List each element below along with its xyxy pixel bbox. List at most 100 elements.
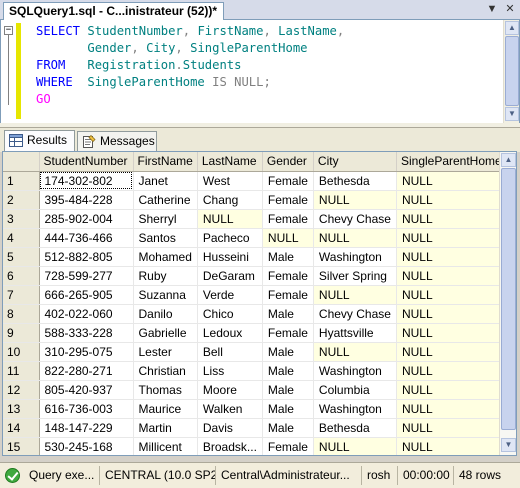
table-cell[interactable]: Ledoux xyxy=(197,323,263,343)
code-line[interactable]: SELECT StudentNumber, FirstName, LastNam… xyxy=(36,23,344,40)
table-cell[interactable]: NULL xyxy=(313,437,397,455)
row-number[interactable]: 6 xyxy=(3,266,40,286)
editor-vertical-scrollbar[interactable]: ▲ ▼ xyxy=(503,20,519,123)
table-cell[interactable]: 822-280-271 xyxy=(39,361,134,381)
table-cell[interactable]: NULL xyxy=(396,342,507,362)
scroll-up-icon[interactable]: ▲ xyxy=(505,21,519,35)
table-cell[interactable]: Male xyxy=(262,247,314,267)
table-row[interactable]: 14 148-147-229 Martin Davis Male Bethesda NULL xyxy=(3,418,507,438)
row-number[interactable]: 2 xyxy=(3,190,40,210)
tab-list-dropdown-icon[interactable]: ▼ xyxy=(485,3,499,17)
table-cell[interactable]: Santos xyxy=(133,228,198,248)
table-row[interactable]: 8 402-022-060 Danilo Chico Male Chevy Chase NU… xyxy=(3,304,507,324)
grid-scroll-thumb[interactable] xyxy=(501,168,516,430)
results-grid[interactable]: StudentNumber FirstName LastName Gender City… xyxy=(2,151,517,456)
table-cell[interactable]: Female xyxy=(262,323,314,343)
row-number[interactable]: 4 xyxy=(3,228,40,248)
table-cell[interactable]: NULL xyxy=(396,266,507,286)
table-cell[interactable]: Washington xyxy=(313,361,397,381)
row-number[interactable]: 13 xyxy=(3,399,40,419)
table-row[interactable]: 15 530-245-168 Millicent Broadsk... Female NU… xyxy=(3,437,507,455)
table-cell[interactable]: Bethesda xyxy=(313,418,397,438)
row-number[interactable]: 3 xyxy=(3,209,40,229)
row-number[interactable]: 11 xyxy=(3,361,40,381)
code-line[interactable]: Gender, City, SingleParentHome xyxy=(36,40,344,57)
table-cell[interactable]: Chevy Chase xyxy=(313,304,397,324)
table-cell[interactable]: Martin xyxy=(133,418,198,438)
sql-code[interactable]: SELECT StudentNumber, FirstName, LastNam… xyxy=(36,23,344,108)
table-cell[interactable]: NULL xyxy=(313,285,397,305)
tab-messages[interactable]: Messages xyxy=(77,131,157,152)
table-cell[interactable]: Female xyxy=(262,437,314,455)
column-header[interactable]: LastName xyxy=(197,152,263,172)
table-cell[interactable]: Washington xyxy=(313,399,397,419)
table-row[interactable]: 12 805-420-937 Thomas Moore Male Columbia NULL xyxy=(3,380,507,400)
row-number[interactable]: 14 xyxy=(3,418,40,438)
table-cell[interactable]: West xyxy=(197,171,263,191)
table-cell[interactable]: Male xyxy=(262,399,314,419)
table-row[interactable]: 2 395-484-228 Catherine Chang Female NULL NULL xyxy=(3,190,507,210)
table-cell[interactable]: Columbia xyxy=(313,380,397,400)
column-header[interactable]: FirstName xyxy=(133,152,198,172)
table-cell[interactable]: Bethesda xyxy=(313,171,397,191)
table-cell[interactable]: Chang xyxy=(197,190,263,210)
table-cell[interactable]: DeGaram xyxy=(197,266,263,286)
table-cell[interactable]: Female xyxy=(262,171,314,191)
column-header[interactable]: City xyxy=(313,152,397,172)
table-cell[interactable]: Ruby xyxy=(133,266,198,286)
row-number[interactable]: 15 xyxy=(3,437,40,455)
table-cell[interactable]: Female xyxy=(262,190,314,210)
column-header[interactable]: StudentNumber xyxy=(39,152,134,172)
table-cell[interactable]: NULL xyxy=(396,418,507,438)
column-header[interactable]: SingleParentHome xyxy=(396,152,507,172)
table-cell[interactable]: 666-265-905 xyxy=(39,285,134,305)
column-header[interactable]: Gender xyxy=(262,152,314,172)
table-cell[interactable]: NULL xyxy=(262,228,314,248)
table-cell[interactable]: 310-295-075 xyxy=(39,342,134,362)
table-cell[interactable]: NULL xyxy=(396,304,507,324)
table-row[interactable]: 7 666-265-905 Suzanna Verde Female NULL NULL xyxy=(3,285,507,305)
table-row[interactable]: 4 444-736-466 Santos Pacheco NULL NULL NULL xyxy=(3,228,507,248)
table-cell[interactable]: Gabrielle xyxy=(133,323,198,343)
scroll-down-icon[interactable]: ▼ xyxy=(501,438,516,452)
table-cell[interactable]: Male xyxy=(262,304,314,324)
table-cell[interactable]: 512-882-805 xyxy=(39,247,134,267)
table-cell[interactable]: Walken xyxy=(197,399,263,419)
table-cell[interactable]: Male xyxy=(262,342,314,362)
table-row[interactable]: 13 616-736-003 Maurice Walken Male Washington… xyxy=(3,399,507,419)
document-tab[interactable]: SQLQuery1.sql - C...inistrateur (52))* xyxy=(3,2,225,20)
table-cell[interactable]: Davis xyxy=(197,418,263,438)
code-line[interactable]: GO xyxy=(36,91,344,108)
table-cell[interactable]: Thomas xyxy=(133,380,198,400)
table-cell[interactable]: Female xyxy=(262,266,314,286)
table-cell[interactable]: Christian xyxy=(133,361,198,381)
close-icon[interactable]: ✕ xyxy=(503,3,517,17)
row-number[interactable]: 5 xyxy=(3,247,40,267)
tab-results[interactable]: Results xyxy=(4,130,75,152)
row-number[interactable]: 10 xyxy=(3,342,40,362)
table-cell[interactable]: Silver Spring xyxy=(313,266,397,286)
table-cell[interactable]: NULL xyxy=(396,228,507,248)
table-cell[interactable]: Millicent xyxy=(133,437,198,455)
table-cell[interactable]: 285-902-004 xyxy=(39,209,134,229)
row-number[interactable]: 9 xyxy=(3,323,40,343)
row-number[interactable]: 12 xyxy=(3,380,40,400)
table-cell[interactable]: Male xyxy=(262,361,314,381)
table-cell[interactable]: Janet xyxy=(133,171,198,191)
code-line[interactable]: FROM Registration.Students xyxy=(36,57,344,74)
table-cell[interactable]: Lester xyxy=(133,342,198,362)
table-cell[interactable]: Male xyxy=(262,418,314,438)
table-cell[interactable]: Pacheco xyxy=(197,228,263,248)
table-cell[interactable]: Mohamed xyxy=(133,247,198,267)
editor-scroll-thumb[interactable] xyxy=(505,36,519,106)
table-row[interactable]: 10 310-295-075 Lester Bell Male NULL NULL xyxy=(3,342,507,362)
table-cell[interactable]: Bell xyxy=(197,342,263,362)
table-cell[interactable]: NULL xyxy=(396,399,507,419)
query-editor[interactable]: − SELECT StudentNumber, FirstName, LastN… xyxy=(0,20,520,123)
table-cell[interactable]: 174-302-802 xyxy=(39,171,134,191)
table-cell[interactable]: NULL xyxy=(313,342,397,362)
table-cell[interactable]: Liss xyxy=(197,361,263,381)
table-cell[interactable]: 728-599-277 xyxy=(39,266,134,286)
row-number[interactable]: 8 xyxy=(3,304,40,324)
table-cell[interactable]: 616-736-003 xyxy=(39,399,134,419)
